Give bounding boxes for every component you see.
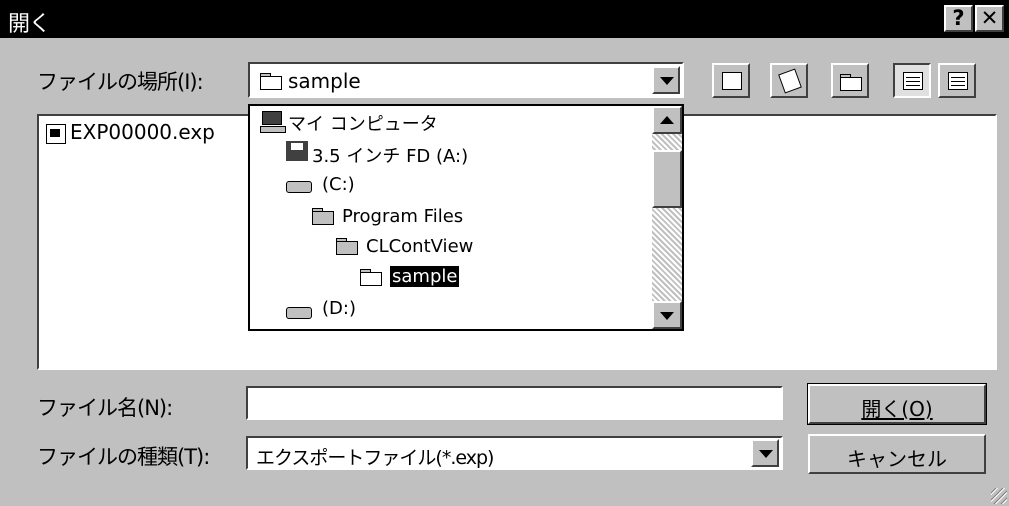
folder-icon	[336, 238, 358, 255]
file-type-combobox[interactable]: エクスポートファイル(*.exp)	[246, 436, 783, 470]
look-in-label: ファイルの場所(I):	[37, 70, 204, 94]
list-view-icon	[903, 72, 923, 90]
title-bar[interactable]: 開く ? ✕	[0, 0, 1009, 38]
desktop-icon	[778, 68, 802, 94]
file-name-input[interactable]	[246, 386, 783, 420]
close-button[interactable]: ✕	[975, 5, 1004, 32]
window-title: 開く	[8, 12, 51, 37]
open-button[interactable]: 開く(O)	[807, 383, 987, 425]
cd-drive-icon	[286, 307, 312, 319]
scrollbar-thumb[interactable]	[652, 150, 682, 208]
dropdown-item-program-files[interactable]: Program Files	[342, 206, 463, 227]
folder-icon	[312, 208, 334, 225]
list-view-button[interactable]	[893, 63, 931, 98]
scroll-down-button[interactable]	[652, 301, 682, 329]
details-view-icon	[948, 72, 968, 90]
new-folder-button[interactable]	[831, 63, 869, 98]
dropdown-item-sample[interactable]: sample	[388, 265, 461, 288]
dropdown-item-clcontview[interactable]: CLContView	[366, 236, 473, 257]
open-folder-icon	[360, 269, 382, 286]
help-button[interactable]: ?	[944, 5, 973, 32]
open-folder-icon	[260, 73, 282, 90]
my-computer-icon	[260, 111, 286, 133]
file-item-exp00000[interactable]: EXP00000.exp	[70, 120, 215, 144]
details-view-button[interactable]	[938, 63, 976, 98]
cancel-button-label: キャンセル	[847, 447, 947, 471]
desktop-button[interactable]	[770, 63, 808, 98]
file-type-dropdown-button[interactable]	[751, 439, 779, 467]
resize-grip[interactable]	[991, 488, 1007, 504]
close-icon: ✕	[980, 6, 999, 30]
up-one-level-icon	[722, 72, 742, 90]
open-file-dialog: 開く ? ✕ ファイルの場所(I): sample EXP00000.exp マ…	[0, 0, 1009, 506]
dropdown-item-floppy[interactable]: 3.5 インチ FD (A:)	[312, 142, 468, 168]
exp-file-icon	[46, 124, 66, 144]
open-button-label: 開く(O)	[861, 397, 933, 421]
dropdown-item-my-computer[interactable]: マイ コンピュータ	[288, 110, 438, 136]
look-in-value: sample	[288, 69, 361, 93]
look-in-dropdown-list[interactable]: マイ コンピュータ 3.5 インチ FD (A:) (C:) Program F…	[248, 104, 684, 331]
hard-drive-icon	[286, 181, 312, 193]
help-icon: ?	[952, 6, 965, 30]
up-one-level-button[interactable]	[712, 63, 750, 98]
scroll-up-button[interactable]	[652, 106, 682, 134]
dropdown-item-c-drive[interactable]: (C:)	[322, 174, 355, 195]
floppy-drive-icon	[286, 141, 308, 161]
dropdown-scrollbar[interactable]	[652, 106, 682, 329]
file-name-label: ファイル名(N):	[37, 396, 173, 420]
file-type-value: エクスポートファイル(*.exp)	[256, 447, 494, 469]
look-in-dropdown-button[interactable]	[652, 66, 680, 94]
new-folder-icon	[840, 74, 862, 91]
file-type-label: ファイルの種類(T):	[37, 445, 210, 469]
dropdown-item-d-drive[interactable]: (D:)	[322, 298, 356, 319]
look-in-combobox[interactable]: sample	[248, 62, 684, 98]
cancel-button[interactable]: キャンセル	[808, 434, 986, 474]
